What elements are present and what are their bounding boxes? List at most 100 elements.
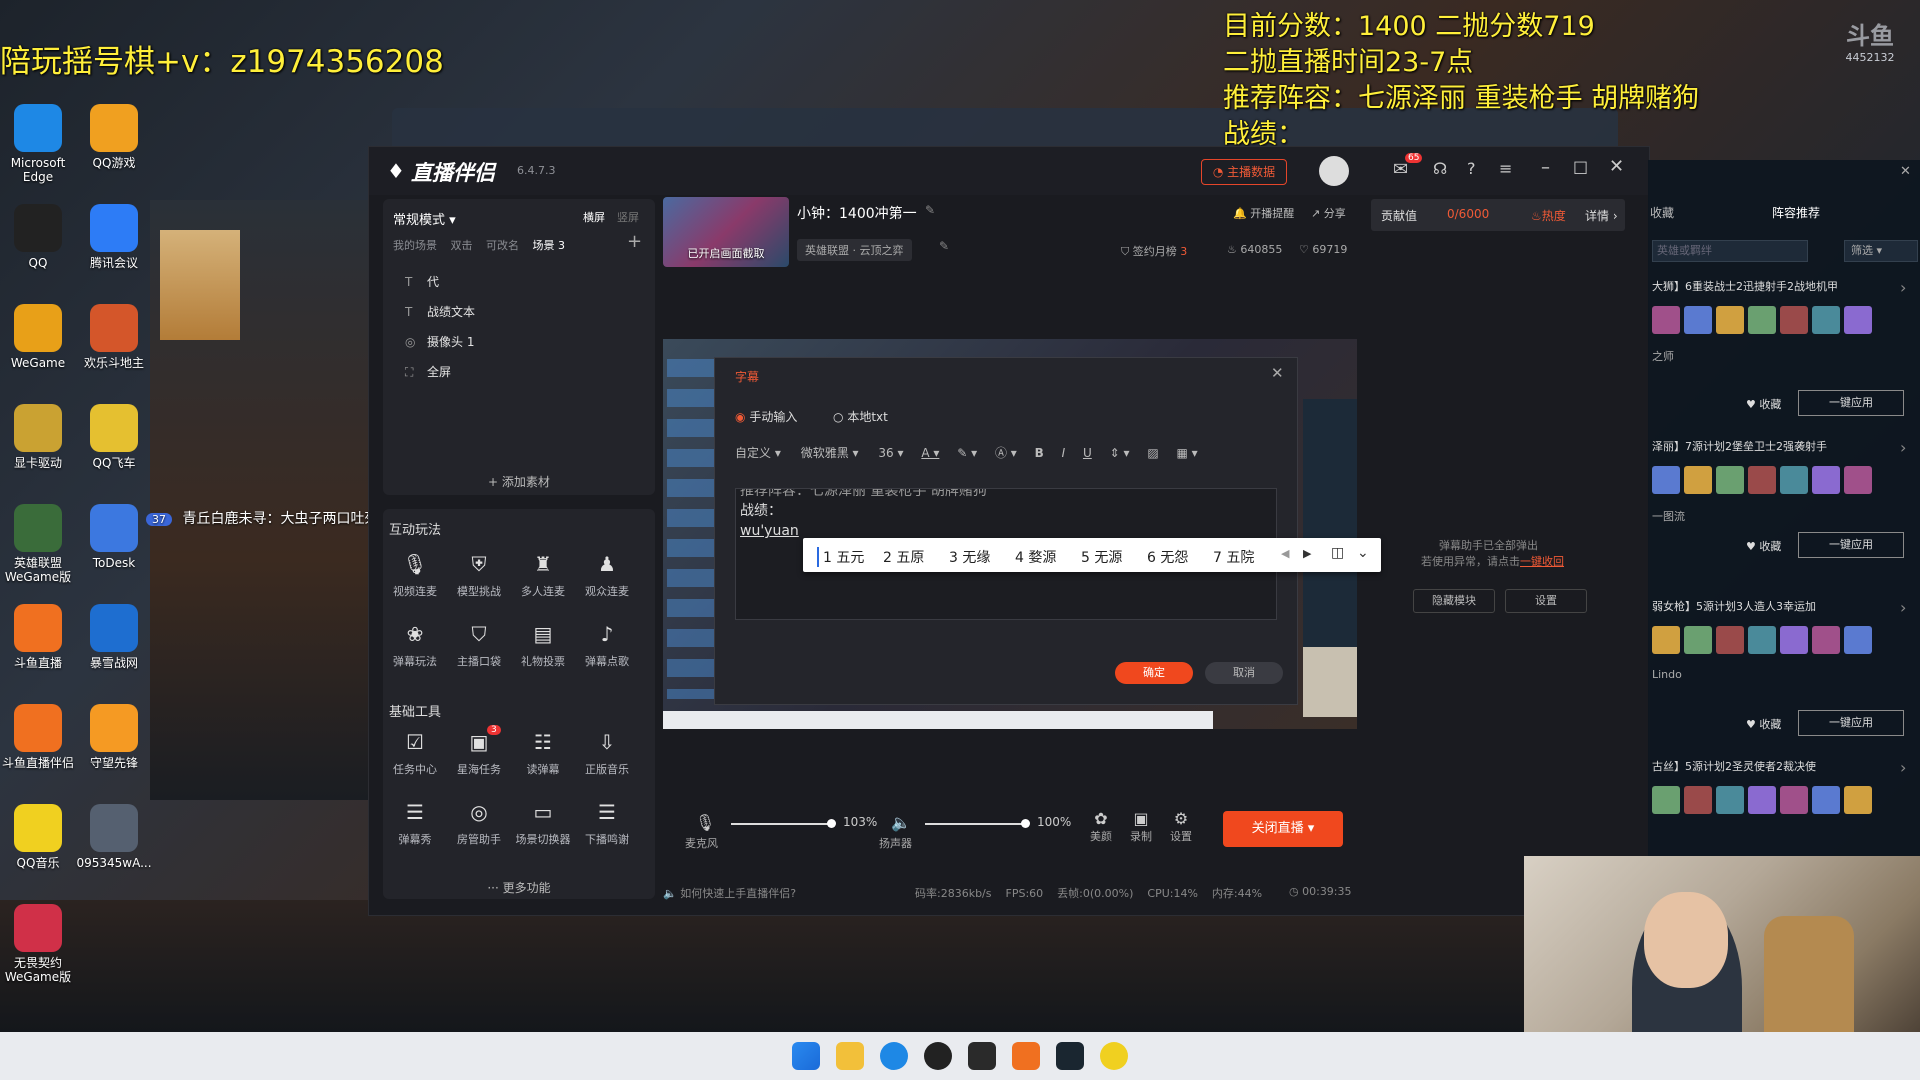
avatar[interactable] [1319,156,1349,186]
add-scene-icon[interactable]: + [627,231,642,252]
ime-candidate[interactable]: 3 无缘 [949,547,990,567]
mode-selector[interactable]: 常规模式 ▾ [393,209,456,228]
category-tag[interactable]: 英雄联盟 · 云顶之弈 [797,239,912,261]
ime-candidate[interactable]: 1 五元 [817,547,864,567]
beauty-button[interactable]: ✿ 美颜 [1081,809,1121,844]
radio-manual[interactable]: ◉ 手动输入 [735,408,797,425]
border-icon[interactable]: Ⓐ ▾ [995,446,1017,460]
ime-candidate[interactable]: 4 婺源 [1015,547,1056,567]
desktop-icon[interactable]: 英雄联盟 WeGame版 [0,504,80,584]
tab-scene-3[interactable]: 场景 3 [533,239,566,252]
desktop-icon[interactable]: QQ [0,204,80,270]
apply-lineup-button[interactable]: 一键应用 [1798,710,1904,736]
scene-item[interactable]: T 战绩文本 [405,297,645,327]
dialog-close-icon[interactable]: ✕ [1271,364,1284,382]
font-color-icon[interactable]: A ▾ [921,446,939,460]
douyu-icon[interactable] [1012,1042,1040,1070]
portrait-toggle[interactable]: 竖屏 [617,209,639,225]
share-button[interactable]: ↗ 分享 [1311,205,1346,221]
line-height-icon[interactable]: ⇕ ▾ [1110,446,1130,460]
lineup-card[interactable]: 大狮】6重装战士2迅捷射手2战地机甲 › 之师 ♥ 收藏 一键应用 [1652,278,1914,416]
menu-icon[interactable]: ≡ [1499,159,1512,178]
desktop-icon[interactable]: 欢乐斗地主 [72,304,156,370]
tool-interactive-7[interactable]: ♪ 弹幕点歌 [575,621,639,669]
help-link[interactable]: 🔈 如何快速上手直播伴侣? [663,885,796,901]
ime-emoji-icon[interactable]: ◫ [1331,545,1344,561]
favorite-button[interactable]: ♥ 收藏 [1746,716,1781,732]
file-explorer-icon[interactable] [836,1042,864,1070]
tab-favorites[interactable]: 收藏 [1650,204,1674,221]
chevron-right-icon[interactable]: › [1900,598,1906,617]
microphone-slider[interactable] [731,819,836,828]
wegame-icon[interactable] [968,1042,996,1070]
tool-basic-4[interactable]: ☰ 弹幕秀 [383,799,447,847]
ime-candidate[interactable]: 2 五原 [883,547,924,567]
font-select[interactable]: 微软雅黑 ▾ [801,446,859,460]
apply-lineup-button[interactable]: 一键应用 [1798,532,1904,558]
more-functions-button[interactable]: ··· 更多功能 [383,879,655,896]
message-icon[interactable]: ✉ [1393,159,1408,180]
tool-interactive-4[interactable]: ❀ 弹幕玩法 [383,621,447,669]
desktop-icon[interactable]: ToDesk [72,504,156,570]
tool-basic-7[interactable]: ☰ 下播鸣谢 [575,799,639,847]
tab-my-scene[interactable]: 我的场景 [393,239,437,252]
tab-double-click[interactable]: 双击 [451,239,473,252]
apply-lineup-button[interactable]: 一键应用 [1798,390,1904,416]
edge-icon[interactable] [880,1042,908,1070]
desktop-icon[interactable]: QQ飞车 [72,404,156,470]
bold-icon[interactable]: B [1035,446,1044,460]
tool-interactive-3[interactable]: ♟ 观众连麦 [575,551,639,599]
tool-interactive-0[interactable]: 🎙 视频连麦 [383,551,447,599]
favorite-button[interactable]: ♥ 收藏 [1746,396,1781,412]
league-icon[interactable] [1056,1042,1084,1070]
tool-basic-2[interactable]: ☷ 读弹幕 [511,729,575,777]
tool-basic-1[interactable]: ▣ 星海任务 [447,729,511,777]
desktop-icon[interactable]: QQ音乐 [0,804,80,870]
italic-icon[interactable]: I [1062,446,1066,460]
detail-link[interactable]: 详情 › [1585,207,1618,224]
tool-interactive-6[interactable]: ▤ 礼物投票 [511,621,575,669]
radio-local-txt[interactable]: ○ 本地txt [833,408,888,425]
desktop-icon[interactable]: Microsoft Edge [0,104,80,184]
desktop-icon[interactable]: 无畏契约 WeGame版 [0,904,80,984]
desktop-icon[interactable]: 暴雪战网 [72,604,156,670]
speaker-slider[interactable] [925,819,1030,828]
scene-item[interactable]: T代 [405,267,645,297]
desktop-icon[interactable]: 腾讯会议 [72,204,156,270]
maximize-icon[interactable]: □ [1573,157,1588,176]
image-icon[interactable]: ▨ [1147,446,1158,460]
scene-item[interactable]: ◎ 摄像头 1 [405,327,645,357]
windows-start-icon[interactable] [792,1042,820,1070]
add-material-button[interactable]: + 添加素材 [383,473,655,490]
desktop-icon[interactable]: 斗鱼直播 [0,604,80,670]
stop-live-button[interactable]: 关闭直播 ▾ [1223,811,1343,847]
host-data-button[interactable]: ◔ 主播数据 [1201,159,1287,185]
ime-candidate[interactable]: 5 无源 [1081,547,1122,567]
speaker-icon[interactable]: 🔈 [891,813,911,832]
ime-expand-icon[interactable]: ⌄ [1357,545,1369,561]
edit-category-icon[interactable]: ✎ [939,239,949,253]
hide-module-button[interactable]: 隐藏模块 [1413,589,1495,613]
tool-basic-5[interactable]: ◎ 房管助手 [447,799,511,847]
tool-interactive-5[interactable]: ⛉ 主播口袋 [447,621,511,669]
favorite-button[interactable]: ♥ 收藏 [1746,538,1781,554]
tool-basic-6[interactable]: ▭ 场景切换器 [511,799,575,847]
notify-button[interactable]: 🔔 开播提醒 [1233,205,1294,221]
lineup-card[interactable]: 弱女枪】5源计划3人造人3幸运加 › Lindo ♥ 收藏 一键应用 [1652,598,1914,736]
desktop-icon[interactable]: QQ游戏 [72,104,156,170]
chevron-right-icon[interactable]: › [1900,758,1906,777]
close-icon[interactable]: ✕ [1609,156,1624,177]
scene-item[interactable]: ⛶ 全屏 [405,357,645,387]
recall-link[interactable]: 一键收回 [1520,555,1564,568]
ime-candidate[interactable]: 6 无怨 [1147,547,1188,567]
panel-close-icon[interactable]: ✕ [1900,164,1911,179]
desktop-icon[interactable]: 095345wA... [72,804,156,870]
tool-interactive-2[interactable]: ♜ 多人连麦 [511,551,575,599]
cancel-button[interactable]: 取消 [1205,662,1283,684]
assist-settings-button[interactable]: 设置 [1505,589,1587,613]
highlight-icon[interactable]: ✎ ▾ [957,446,977,460]
minimize-icon[interactable]: – [1541,157,1550,178]
hero-search-input[interactable]: 英雄或羁绊 [1652,240,1808,262]
qq-icon[interactable] [924,1042,952,1070]
chevron-right-icon[interactable]: › [1900,278,1906,297]
